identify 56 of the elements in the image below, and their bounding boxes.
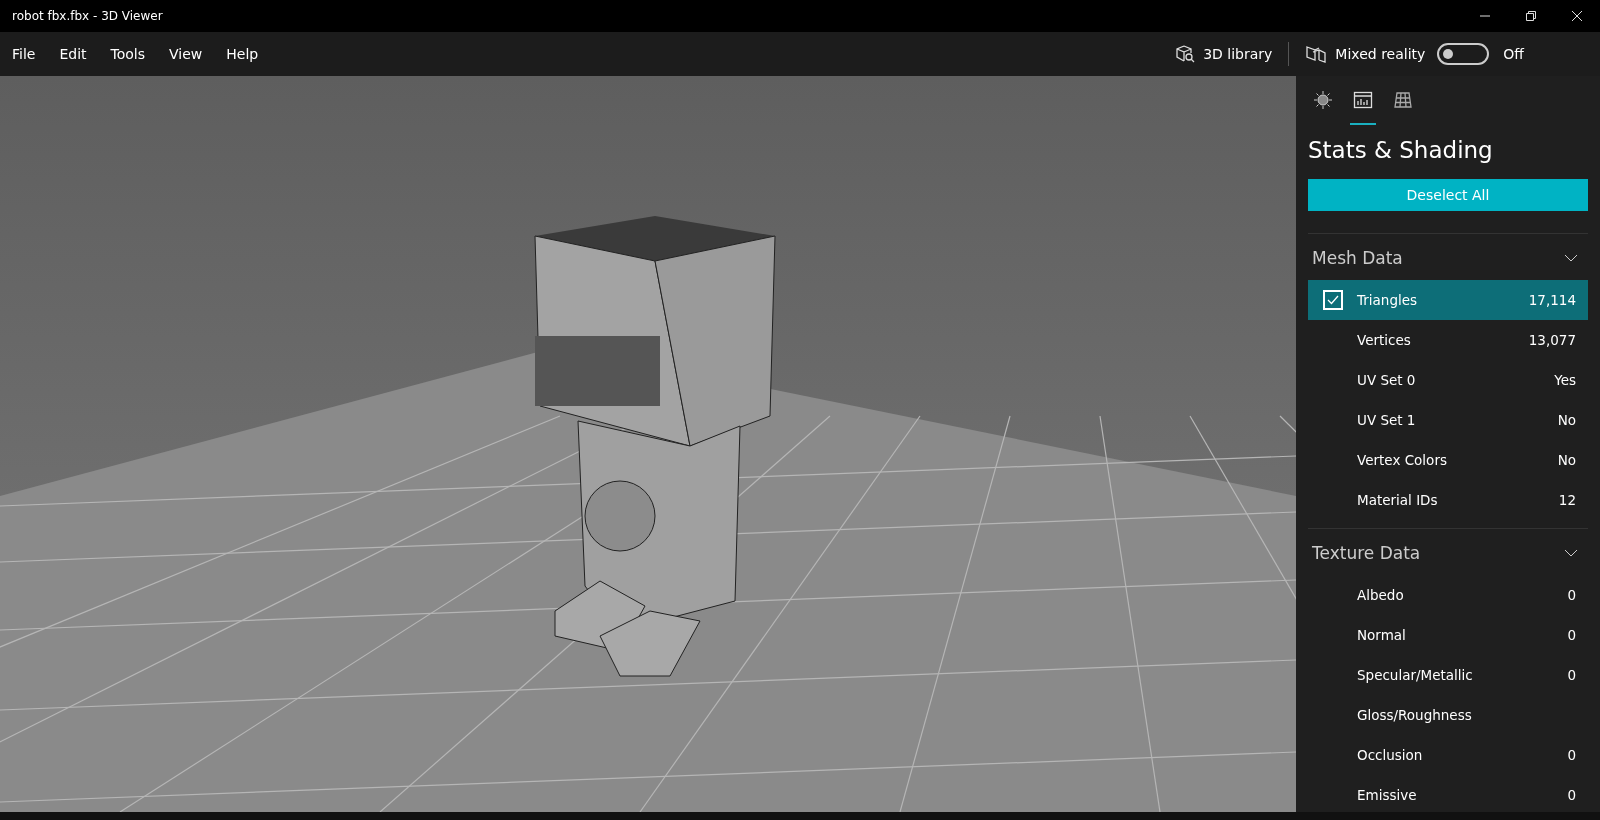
- stat-label: UV Set 0: [1357, 372, 1417, 388]
- stat-row[interactable]: UV Set 0 Yes: [1308, 360, 1588, 400]
- grid-icon: [1393, 90, 1413, 110]
- menu-item[interactable]: Edit: [49, 40, 97, 68]
- stat-row[interactable]: Occlusion 0: [1308, 735, 1588, 775]
- stat-label: Vertex Colors: [1357, 452, 1448, 468]
- library-button[interactable]: 3D library: [1169, 40, 1279, 68]
- stat-row[interactable]: Emissive 0: [1308, 775, 1588, 812]
- stat-label: Occlusion: [1357, 747, 1424, 763]
- menu-item[interactable]: Help: [216, 40, 269, 68]
- menu-item[interactable]: View: [159, 40, 213, 68]
- stat-row[interactable]: Vertices 13,077: [1308, 320, 1588, 360]
- stat-value: 17,114: [1528, 292, 1576, 308]
- stat-row[interactable]: Albedo 0: [1308, 575, 1588, 615]
- stat-value: 0: [1567, 747, 1576, 763]
- stat-value: No: [1557, 452, 1576, 468]
- restore-icon: [1525, 10, 1537, 22]
- window-title: robot fbx.fbx - 3D Viewer: [11, 9, 163, 23]
- stat-value: 13,077: [1528, 332, 1576, 348]
- checkbox[interactable]: [1322, 290, 1343, 310]
- mixed-reality-button[interactable]: Mixed reality: [1299, 40, 1432, 68]
- stat-value: Yes: [1554, 372, 1576, 388]
- stat-value: 0: [1567, 627, 1576, 643]
- stat-label: Albedo: [1357, 587, 1405, 603]
- stat-label: Normal: [1357, 627, 1407, 643]
- toggle-state: Off: [1503, 46, 1524, 62]
- stat-label: Specular/Metallic: [1357, 667, 1474, 683]
- stat-label: Vertices: [1357, 332, 1412, 348]
- stat-label: UV Set 1: [1357, 412, 1417, 428]
- close-icon: [1571, 10, 1583, 22]
- toggle-switch[interactable]: [1437, 43, 1490, 65]
- stat-row[interactable]: Normal 0: [1308, 615, 1588, 655]
- stat-row[interactable]: Vertex Colors No: [1308, 440, 1588, 480]
- stat-value: No: [1557, 412, 1576, 428]
- menu-item[interactable]: File: [2, 40, 46, 68]
- sun-icon: [1313, 90, 1333, 110]
- cubes-icon: [1305, 44, 1328, 64]
- stat-label: Gloss/Roughness: [1357, 707, 1473, 723]
- stat-row[interactable]: UV Set 1 No: [1308, 400, 1588, 440]
- stat-label: Triangles: [1357, 292, 1419, 308]
- stat-value: 0: [1567, 587, 1576, 603]
- stat-value: 0: [1567, 667, 1576, 683]
- stat-label: Material IDs: [1357, 492, 1439, 508]
- stat-row[interactable]: Material IDs 12: [1308, 480, 1588, 520]
- stat-row[interactable]: Triangles 17,114: [1308, 280, 1588, 320]
- menu-item[interactable]: Tools: [100, 40, 156, 68]
- section-header[interactable]: Mesh Data: [1308, 234, 1588, 280]
- cube-icon: [1175, 44, 1196, 64]
- chart-icon: [1353, 90, 1373, 110]
- stat-row[interactable]: Gloss/Roughness: [1308, 695, 1588, 735]
- panel-title: Stats & Shading: [1308, 137, 1494, 163]
- stat-value: 0: [1567, 787, 1576, 803]
- stat-label: Emissive: [1357, 787, 1418, 803]
- stat-value: 12: [1558, 492, 1576, 508]
- stat-row[interactable]: Specular/Metallic 0: [1308, 655, 1588, 695]
- section-header[interactable]: Texture Data: [1308, 529, 1588, 575]
